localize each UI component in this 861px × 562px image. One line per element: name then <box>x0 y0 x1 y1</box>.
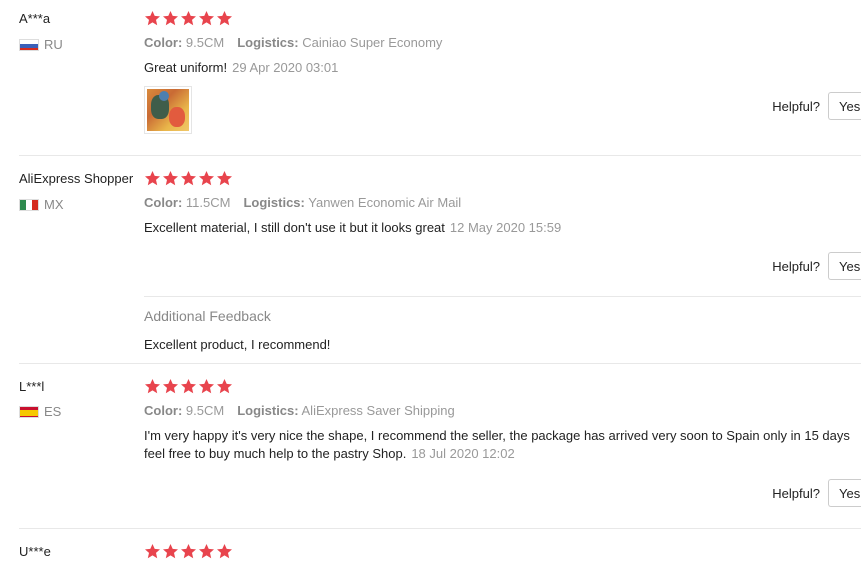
logistics-value: Cainiao Super Economy <box>302 35 443 50</box>
star-icon <box>180 10 197 27</box>
star-icon <box>144 10 161 27</box>
star-icon <box>144 543 161 560</box>
color-value: 9.5CM <box>185 35 225 50</box>
helpful-control: Helpful? Yes <box>772 92 861 120</box>
reviewer-country: RU <box>19 37 63 52</box>
review-text: Excellent material, I still don't use it… <box>144 219 854 237</box>
reviewer-name: AliExpress Shopper <box>19 171 134 186</box>
logistics-value: AliExpress Saver Shipping <box>301 403 455 418</box>
review-text: I'm very happy it's very nice the shape,… <box>144 427 854 463</box>
star-icon <box>198 543 215 560</box>
color-value: 11.5CM <box>185 195 231 210</box>
review-body: Excellent material, I still don't use it… <box>144 220 445 235</box>
star-rating <box>144 378 233 395</box>
order-info: Color: 11.5CM Logistics: Yanwen Economic … <box>144 195 461 210</box>
country-code: MX <box>44 197 64 212</box>
helpful-yes-button[interactable]: Yes <box>828 252 861 280</box>
helpful-label: Helpful? <box>772 485 820 501</box>
color-label: Color: <box>144 195 183 210</box>
color-value: 9.5CM <box>185 403 225 418</box>
star-icon <box>144 378 161 395</box>
reviewer-country: MX <box>19 197 64 212</box>
reviewer-name: L***l <box>19 379 45 394</box>
color-label: Color: <box>144 35 183 50</box>
logistics-value: Yanwen Economic Air Mail <box>308 195 462 210</box>
star-icon <box>144 170 161 187</box>
star-icon <box>162 10 179 27</box>
reviewer-country: ES <box>19 404 61 419</box>
order-info: Color: 9.5CM Logistics: Cainiao Super Eco… <box>144 35 442 50</box>
review-divider <box>19 155 861 156</box>
country-code: RU <box>44 37 63 52</box>
review-body: Great uniform! <box>144 60 228 75</box>
review-date: 18 Jul 2020 12:02 <box>411 446 515 461</box>
logistics-label: Logistics: <box>237 35 299 50</box>
star-icon <box>216 543 233 560</box>
star-icon <box>180 543 197 560</box>
additional-feedback-divider <box>144 296 861 297</box>
star-rating <box>144 10 233 27</box>
star-icon <box>198 170 215 187</box>
star-icon <box>198 378 215 395</box>
review-divider <box>19 363 861 364</box>
logistics-label: Logistics: <box>243 195 305 210</box>
star-icon <box>216 10 233 27</box>
spain-flag-icon <box>19 405 39 418</box>
reviewer-name: A***a <box>19 11 51 26</box>
review-divider <box>19 528 861 529</box>
star-icon <box>216 378 233 395</box>
russia-flag-icon <box>19 38 39 51</box>
star-rating <box>144 543 233 560</box>
logistics-label: Logistics: <box>237 403 299 418</box>
star-icon <box>162 378 179 395</box>
review-date: 29 Apr 2020 03:01 <box>232 60 339 75</box>
star-rating <box>144 170 233 187</box>
additional-feedback-text: Excellent product, I recommend! <box>144 337 331 352</box>
helpful-label: Helpful? <box>772 258 820 274</box>
star-icon <box>162 543 179 560</box>
helpful-control: Helpful? Yes <box>772 252 861 280</box>
star-icon <box>216 170 233 187</box>
mexico-flag-icon <box>19 198 39 211</box>
star-icon <box>180 170 197 187</box>
country-code: ES <box>44 404 62 419</box>
review-text: Great uniform! 29 Apr 2020 03:01 <box>144 59 854 77</box>
star-icon <box>180 378 197 395</box>
review-date: 12 May 2020 15:59 <box>449 220 562 235</box>
helpful-control: Helpful? Yes <box>772 479 861 507</box>
review-photo[interactable] <box>144 86 192 134</box>
helpful-yes-button[interactable]: Yes <box>828 92 861 120</box>
review-photo-image <box>147 89 189 131</box>
reviewer-name: U***e <box>19 544 51 559</box>
helpful-label: Helpful? <box>772 98 820 114</box>
additional-feedback-title: Additional Feedback <box>144 308 271 324</box>
helpful-yes-button[interactable]: Yes <box>828 479 861 507</box>
star-icon <box>162 170 179 187</box>
order-info: Color: 9.5CM Logistics: AliExpress Saver … <box>144 403 455 418</box>
color-label: Color: <box>144 403 183 418</box>
star-icon <box>198 10 215 27</box>
